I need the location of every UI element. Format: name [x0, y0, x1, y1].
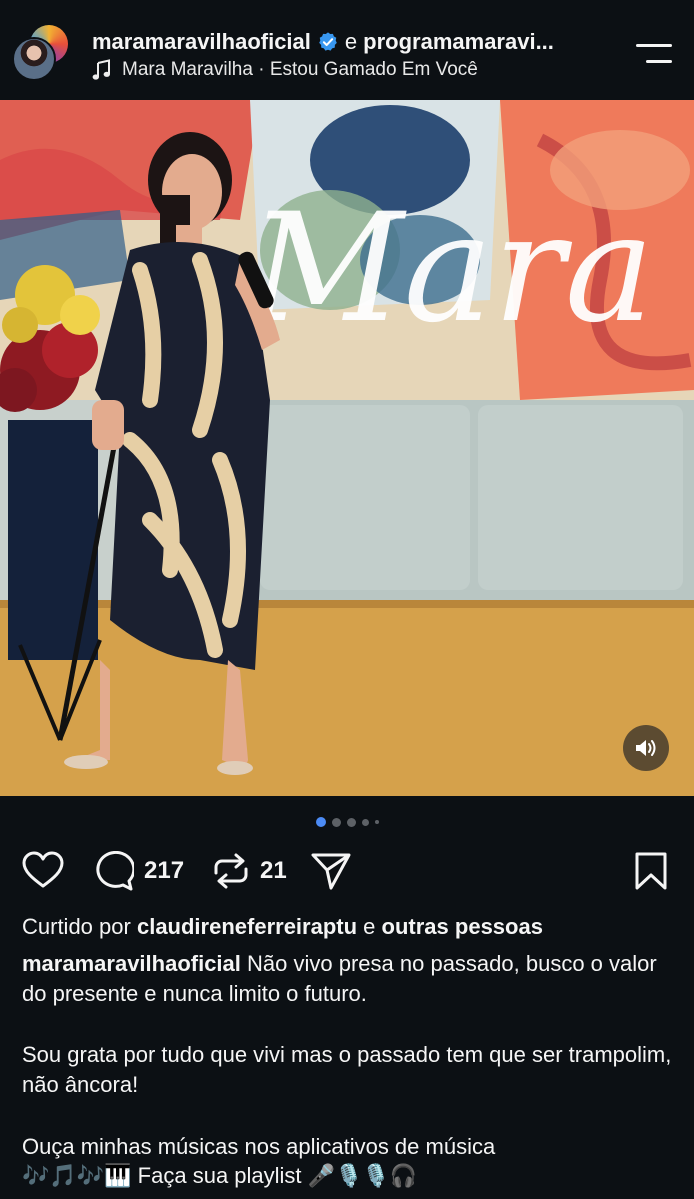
carousel-dot: [361, 818, 369, 826]
collab-avatars[interactable]: [12, 23, 70, 81]
stage-scene: Mara: [0, 100, 694, 796]
carousel-dot: [346, 817, 356, 827]
collab-conjunction: e: [344, 29, 358, 54]
secondary-username[interactable]: programamaravi...: [363, 29, 554, 55]
primary-avatar[interactable]: [12, 37, 56, 81]
caption-paragraph-3-line-2: 🎶🎵🎶🎹 Faça sua playlist 🎤🎙️🎙️🎧: [22, 1163, 418, 1188]
carousel-dot: [374, 820, 379, 824]
likes-prefix: Curtido por: [22, 914, 131, 939]
liker-username[interactable]: claudireneferreiraptu: [137, 914, 357, 939]
comment-button[interactable]: 217: [94, 851, 184, 891]
menu-icon[interactable]: [636, 40, 674, 68]
account-names: maramaravilhaoficial e programamaravi...: [92, 27, 632, 57]
verified-badge-icon: [317, 31, 339, 53]
carousel-dot-active: [315, 817, 326, 827]
likes-summary: Curtido por claudireneferreiraptu e outr…: [22, 912, 672, 942]
comment-icon: [96, 851, 134, 891]
likes-joiner: e: [363, 914, 376, 939]
save-button[interactable]: [634, 851, 668, 891]
music-attribution[interactable]: Mara Maravilha · Estou Gamado Em Você: [92, 57, 478, 83]
heart-icon: [22, 851, 64, 888]
share-icon: [311, 853, 351, 890]
sound-icon[interactable]: [623, 725, 669, 771]
caption-author[interactable]: maramaravilhaoficial: [22, 951, 241, 976]
comment-count: 217: [144, 857, 185, 884]
post-photo[interactable]: Mara: [0, 100, 694, 796]
caption-paragraph-2: Sou grata por tudo que vivi mas o passad…: [22, 1042, 672, 1097]
share-button[interactable]: [310, 851, 352, 891]
caption-first: maramaravilhaoficial Não vivo presa no p…: [22, 949, 672, 1009]
backdrop-lettering: Mara: [247, 182, 654, 356]
like-button[interactable]: [22, 851, 64, 889]
primary-username[interactable]: maramaravilhaoficial: [92, 29, 311, 55]
repost-icon: [214, 853, 248, 889]
music-note-icon: [92, 59, 112, 81]
post-header: maramaravilhaoficial e programamaravi...…: [0, 0, 694, 100]
likes-others-link[interactable]: outras pessoas: [382, 914, 543, 939]
music-label: Mara Maravilha · Estou Gamado Em Você: [122, 59, 478, 80]
repost-count: 21: [260, 857, 287, 884]
caption-paragraph-3-line-1: Ouça minhas músicas nos aplicativos de m…: [22, 1134, 496, 1159]
bookmark-icon: [635, 852, 667, 890]
repost-button[interactable]: 21: [212, 851, 287, 891]
carousel-dot: [331, 817, 341, 827]
action-bar: 217 21: [0, 845, 694, 897]
carousel-indicator: [0, 815, 694, 829]
